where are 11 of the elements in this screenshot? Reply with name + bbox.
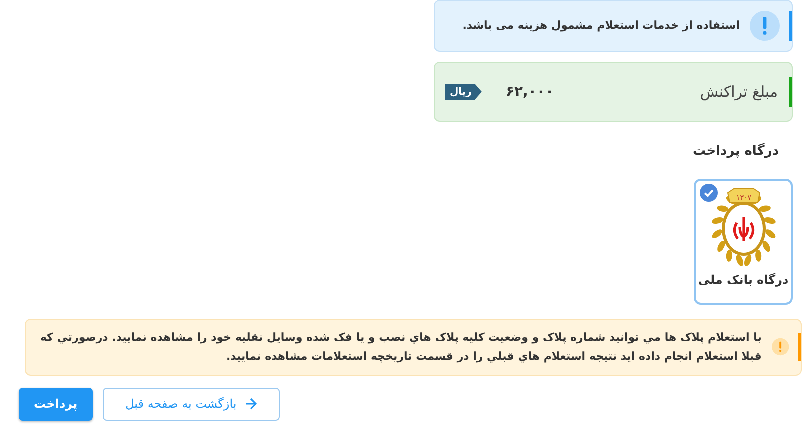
back-button[interactable]: بازگشت به صفحه قبل [102, 388, 280, 420]
exclamation-icon [750, 11, 780, 41]
info-text: استفاده از خدمات استعلام مشمول هزینه می باشد. [462, 18, 740, 34]
arrow-icon [244, 398, 257, 410]
warning-text: با استعلام پلاک ها مي توانيد شماره پلاک و وضعيت کليه پلاک هاي نصب و يا فک شده وسايل نقليه خود را مشاهده نماييد. درصورتي که قبلا استعلام انجام داده ايد نتيجه استعلام هاي قبلي را در قسمت تاريخچه استعلامات مشاهده نماييد. [40, 330, 762, 366]
currency-tag: ریال [445, 84, 482, 100]
section-title: درگاه پرداخت [692, 142, 780, 161]
check-icon [700, 184, 718, 202]
pay-button[interactable]: پرداخت [19, 388, 93, 420]
amount-value: ۶۲,۰۰۰ [506, 84, 554, 100]
amount-label: مبلغ تراکنش [700, 83, 778, 101]
